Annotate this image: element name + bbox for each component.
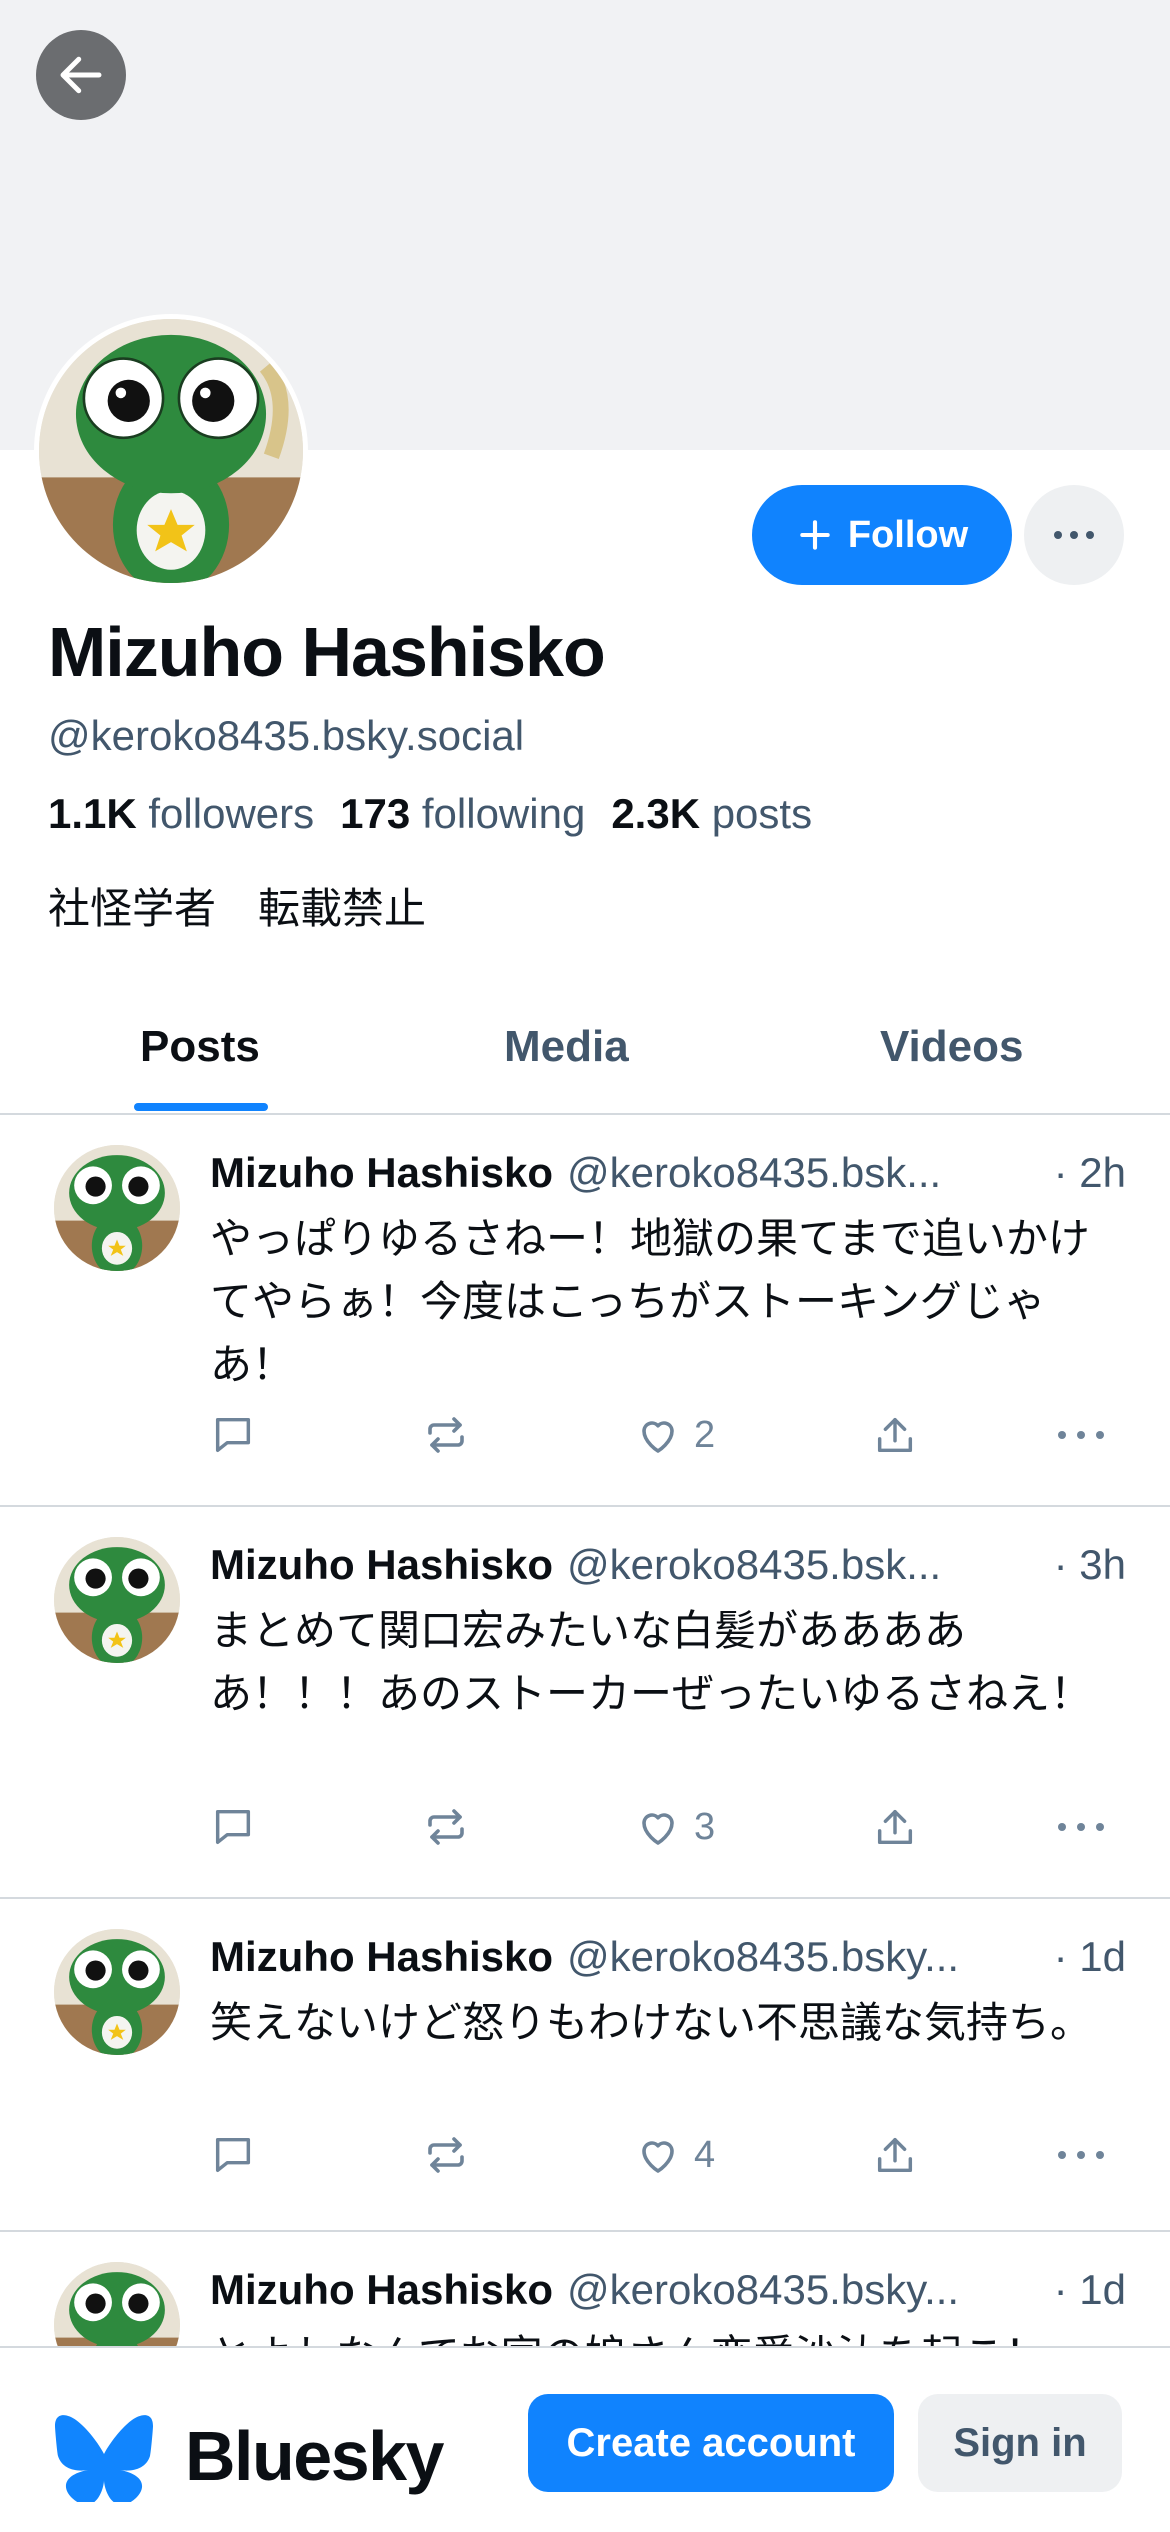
ellipsis-icon bbox=[1058, 1823, 1104, 1831]
bluesky-wordmark: Bluesky bbox=[185, 2417, 444, 2495]
post-author-handle[interactable]: @keroko8435.bsky... bbox=[567, 2266, 1044, 2314]
frog-avatar-image bbox=[54, 1145, 180, 1271]
share-button[interactable] bbox=[872, 1797, 918, 1857]
bluesky-butterfly-icon bbox=[55, 2415, 153, 2502]
tab-videos[interactable]: Videos bbox=[880, 980, 1023, 1113]
heart-icon bbox=[642, 1421, 674, 1453]
posts-count: 2.3K bbox=[611, 790, 701, 837]
ellipsis-icon bbox=[1058, 1431, 1104, 1439]
like-button[interactable]: 3 bbox=[634, 1797, 715, 1857]
post-avatar[interactable] bbox=[54, 1537, 180, 1663]
post-timestamp[interactable]: · 1d bbox=[1054, 1933, 1126, 1981]
share-icon bbox=[877, 1809, 913, 1845]
share-icon bbox=[877, 1417, 913, 1453]
frog-avatar-image bbox=[39, 319, 303, 583]
post-author-name[interactable]: Mizuho Hashisko bbox=[210, 2266, 553, 2314]
post-author-handle[interactable]: @keroko8435.bsk... bbox=[567, 1541, 1044, 1589]
repost-button[interactable] bbox=[422, 1405, 470, 1465]
repost-button[interactable] bbox=[422, 2125, 470, 2185]
like-button[interactable]: 4 bbox=[634, 2125, 715, 2185]
ellipsis-icon bbox=[1054, 531, 1094, 539]
arrow-left-icon bbox=[60, 56, 102, 94]
followers-count: 1.1K bbox=[48, 790, 137, 837]
reply-icon bbox=[215, 1809, 251, 1845]
post-avatar[interactable] bbox=[54, 1145, 180, 1271]
profile-more-button[interactable] bbox=[1024, 485, 1124, 585]
repost-button[interactable] bbox=[422, 1797, 470, 1857]
repost-icon bbox=[428, 2137, 464, 2173]
active-tab-indicator bbox=[134, 1103, 268, 1111]
post-text: 笑えないけど怒りもわけない不思議な気持ち。 bbox=[210, 1999, 1093, 2046]
post-timestamp[interactable]: · 1d bbox=[1054, 2266, 1126, 2314]
like-button[interactable]: 2 bbox=[634, 1405, 715, 1465]
post-feed: Mizuho Hashisko @keroko8435.bsk... · 2h … bbox=[0, 1115, 1170, 2492]
share-button[interactable] bbox=[872, 2125, 918, 2185]
create-account-button[interactable]: Create account bbox=[528, 2394, 894, 2492]
plus-icon bbox=[800, 520, 830, 550]
profile-tabs: Posts Media Videos bbox=[0, 980, 1170, 1115]
post-actions: 3 bbox=[206, 1797, 1126, 1857]
post-more-button[interactable] bbox=[1056, 1405, 1106, 1465]
post-actions: 2 bbox=[206, 1405, 1126, 1465]
post-author-name[interactable]: Mizuho Hashisko bbox=[210, 1541, 553, 1589]
posts-stat: 2.3K posts bbox=[611, 790, 812, 838]
sign-in-button[interactable]: Sign in bbox=[918, 2394, 1122, 2492]
share-button[interactable] bbox=[872, 1405, 918, 1465]
frog-avatar-image bbox=[54, 1537, 180, 1663]
like-count: 2 bbox=[694, 1413, 716, 1456]
follow-button[interactable]: Follow bbox=[752, 485, 1012, 585]
profile-avatar[interactable] bbox=[34, 314, 308, 588]
repost-icon bbox=[428, 1417, 464, 1453]
reply-button[interactable] bbox=[210, 2125, 256, 2185]
post-header: Mizuho Hashisko @keroko8435.bsky... · 1d bbox=[210, 1929, 1126, 1985]
post-author-handle[interactable]: @keroko8435.bsky... bbox=[567, 1933, 1044, 1981]
heart-icon bbox=[642, 2141, 674, 2173]
following-count: 173 bbox=[340, 790, 411, 837]
follow-label: Follow bbox=[847, 513, 969, 556]
posts-label: posts bbox=[711, 790, 813, 837]
share-icon bbox=[877, 2137, 913, 2173]
tab-media[interactable]: Media bbox=[504, 980, 629, 1113]
post-text: やっぱりゆるさねー！地獄の果てまで追いかけてやらぁ！今度はこっちがストーキングじ… bbox=[210, 1215, 1090, 1388]
post-header: Mizuho Hashisko @keroko8435.bsk... · 2h bbox=[210, 1145, 1126, 1201]
like-count: 4 bbox=[694, 2133, 716, 2176]
post-header: Mizuho Hashisko @keroko8435.bsky... · 1d bbox=[210, 2262, 1126, 2318]
post-timestamp[interactable]: · 2h bbox=[1054, 1149, 1126, 1197]
post-author-name[interactable]: Mizuho Hashisko bbox=[210, 1933, 553, 1981]
following-label: following bbox=[421, 790, 586, 837]
feed-post[interactable]: Mizuho Hashisko @keroko8435.bsk... · 2h … bbox=[0, 1115, 1170, 1507]
bottom-signup-bar: Bluesky Create account Sign in bbox=[0, 2346, 1170, 2532]
post-author-handle[interactable]: @keroko8435.bsk... bbox=[567, 1149, 1044, 1197]
post-more-button[interactable] bbox=[1056, 2125, 1106, 2185]
post-more-button[interactable] bbox=[1056, 1797, 1106, 1857]
followers-stat[interactable]: 1.1K followers bbox=[48, 790, 314, 838]
post-avatar[interactable] bbox=[54, 1929, 180, 2055]
reply-icon bbox=[215, 2137, 251, 2173]
profile-bio: 社怪学者 転載禁止 bbox=[48, 885, 427, 932]
like-count: 3 bbox=[694, 1805, 716, 1848]
feed-post[interactable]: Mizuho Hashisko @keroko8435.bsk... · 3h … bbox=[0, 1507, 1170, 1899]
heart-icon bbox=[642, 1813, 674, 1845]
frog-avatar-image bbox=[54, 1929, 180, 2055]
reply-button[interactable] bbox=[210, 1405, 256, 1465]
tab-posts[interactable]: Posts bbox=[140, 980, 260, 1113]
back-button[interactable] bbox=[36, 30, 126, 120]
following-stat[interactable]: 173 following bbox=[340, 790, 585, 838]
post-actions: 4 bbox=[206, 2125, 1126, 2185]
profile-stats: 1.1K followers 173 following 2.3K posts bbox=[48, 790, 812, 838]
reply-icon bbox=[215, 1417, 251, 1453]
post-header: Mizuho Hashisko @keroko8435.bsk... · 3h bbox=[210, 1537, 1126, 1593]
profile-handle: @keroko8435.bsky.social bbox=[48, 712, 525, 759]
post-text: まとめて関口宏みたいな白髪があああああ！！！あのストーカーぜったいゆるさねえ！ bbox=[210, 1607, 1093, 1717]
ellipsis-icon bbox=[1058, 2151, 1104, 2159]
followers-label: followers bbox=[148, 790, 315, 837]
feed-post[interactable]: Mizuho Hashisko @keroko8435.bsky... · 1d… bbox=[0, 1899, 1170, 2232]
post-timestamp[interactable]: · 3h bbox=[1054, 1541, 1126, 1589]
reply-button[interactable] bbox=[210, 1797, 256, 1857]
post-author-name[interactable]: Mizuho Hashisko bbox=[210, 1149, 553, 1197]
repost-icon bbox=[428, 1809, 464, 1845]
profile-display-name: Mizuho Hashisko bbox=[48, 613, 606, 691]
